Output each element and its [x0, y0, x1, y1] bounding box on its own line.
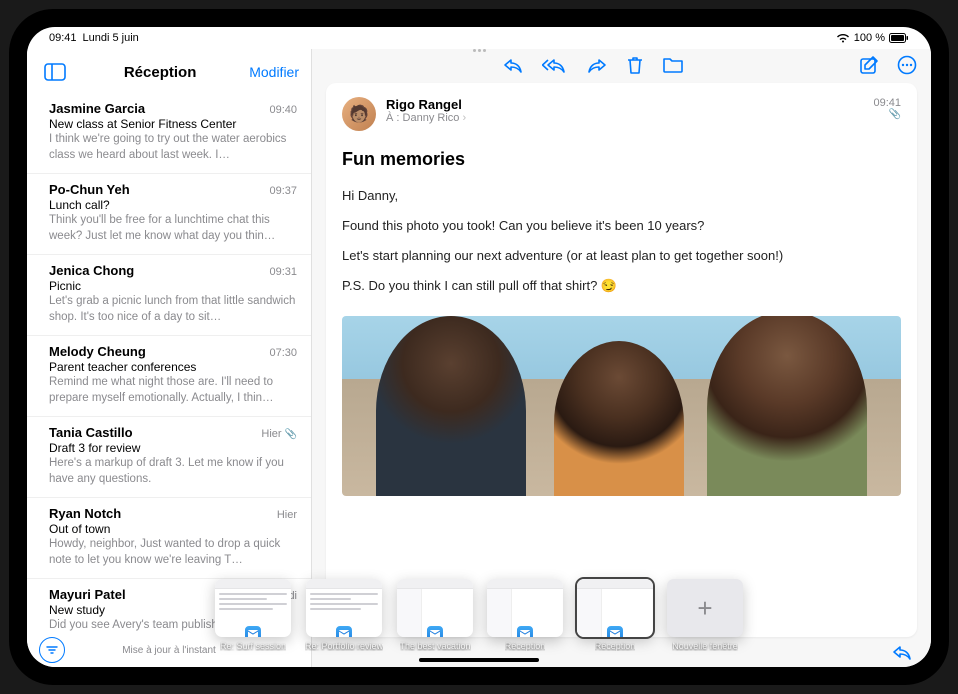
- mail-preview: Think you'll be free for a lunchtime cha…: [49, 213, 297, 244]
- status-bar: 09:41 Lundi 5 juin 100 %: [27, 27, 931, 49]
- trash-button[interactable]: [626, 55, 644, 75]
- mail-subject: Picnic: [49, 279, 297, 293]
- mail-sender: Mayuri Patel: [49, 587, 126, 602]
- battery-percent: 100 %: [854, 32, 885, 44]
- mail-item[interactable]: Ryan Notch Hier Out of town Howdy, neighb…: [27, 498, 311, 579]
- shelf-label: Re: Portfolio review: [305, 641, 383, 651]
- shelf-window[interactable]: Re: Surf session: [215, 579, 291, 651]
- mail-item[interactable]: Jasmine Garcia 09:40 New class at Senior …: [27, 93, 311, 174]
- message-subject: Fun memories: [342, 149, 901, 170]
- mail-preview: Remind me what night those are. I'll nee…: [49, 375, 297, 406]
- shelf-label: Réception: [505, 641, 546, 651]
- mail-list[interactable]: Jasmine Garcia 09:40 New class at Senior …: [27, 93, 311, 631]
- move-button[interactable]: [662, 55, 684, 75]
- sender-name[interactable]: Rigo Rangel: [386, 97, 466, 112]
- mail-subject: Lunch call?: [49, 198, 297, 212]
- sender-avatar[interactable]: 🧑🏽: [342, 97, 376, 131]
- sync-status: Mise à jour à l'instant: [122, 645, 216, 656]
- ipad-frame: 09:41 Lundi 5 juin 100 %: [9, 9, 949, 685]
- mail-preview: Here's a markup of draft 3. Let me know …: [49, 456, 297, 487]
- shelf-window[interactable]: Re: Portfolio review: [305, 579, 383, 651]
- mail-time: 09:37: [269, 185, 297, 197]
- reply-button[interactable]: [502, 55, 524, 75]
- mail-preview: I think we're going to try out the water…: [49, 132, 297, 163]
- mail-item[interactable]: Jenica Chong 09:31 Picnic Let's grab a pi…: [27, 255, 311, 336]
- mail-time: 07:30: [269, 347, 297, 359]
- mail-item[interactable]: Melody Cheung 07:30 Parent teacher confer…: [27, 336, 311, 417]
- quick-reply-button[interactable]: [891, 643, 913, 661]
- multitasking-handle[interactable]: [462, 49, 496, 53]
- mail-app-icon: [606, 625, 624, 637]
- screen: 09:41 Lundi 5 juin 100 %: [27, 27, 931, 667]
- mail-subject: Out of town: [49, 522, 297, 536]
- filter-button[interactable]: [39, 637, 65, 663]
- mail-sender: Jenica Chong: [49, 263, 134, 278]
- mail-item[interactable]: Tania Castillo Hier📎 Draft 3 for review H…: [27, 417, 311, 498]
- chevron-right-icon: ›: [462, 112, 466, 124]
- mail-subject: New class at Senior Fitness Center: [49, 117, 297, 131]
- mailbox-title: Réception: [71, 64, 249, 81]
- shelf-label: Nouvelle fenêtre: [672, 641, 738, 651]
- mail-sender: Tania Castillo: [49, 425, 133, 440]
- shelf-window[interactable]: The best vacation: [397, 579, 473, 651]
- app-shelf: Re: Surf session Re: Portfolio review Th…: [207, 579, 751, 651]
- mail-time: Hier📎: [261, 428, 297, 440]
- attachment-icon: 📎: [285, 429, 297, 440]
- mail-list-pane: Réception Modifier Jasmine Garcia 09:40 N…: [27, 49, 312, 667]
- compose-button[interactable]: [859, 55, 879, 75]
- message-header: 🧑🏽 Rigo Rangel À : Danny Rico › 09:41 📎: [342, 97, 901, 131]
- more-button[interactable]: [897, 55, 917, 75]
- recipient-line[interactable]: À : Danny Rico ›: [386, 112, 466, 124]
- mail-sender: Ryan Notch: [49, 506, 121, 521]
- shelf-label: Réception: [595, 641, 636, 651]
- shelf-window-current[interactable]: Réception: [577, 579, 653, 651]
- edit-button[interactable]: Modifier: [249, 64, 299, 80]
- app-content: Réception Modifier Jasmine Garcia 09:40 N…: [27, 49, 931, 667]
- mail-app-icon: [244, 625, 262, 637]
- mail-preview: Let's grab a picnic lunch from that litt…: [49, 294, 297, 325]
- mail-time: 09:31: [269, 266, 297, 278]
- message-time: 09:41: [873, 97, 901, 109]
- mail-sender: Jasmine Garcia: [49, 101, 145, 116]
- message-body: Hi Danny, Found this photo you took! Can…: [342, 184, 901, 304]
- shelf-new-window[interactable]: + Nouvelle fenêtre: [667, 579, 743, 651]
- mail-list-header: Réception Modifier: [27, 49, 311, 93]
- reply-all-button[interactable]: [542, 55, 568, 75]
- mail-subject: Parent teacher conferences: [49, 360, 297, 374]
- message-card: 🧑🏽 Rigo Rangel À : Danny Rico › 09:41 📎 …: [326, 83, 917, 637]
- home-indicator[interactable]: [419, 658, 539, 662]
- plus-icon: +: [667, 579, 743, 637]
- message-pane: 🧑🏽 Rigo Rangel À : Danny Rico › 09:41 📎 …: [312, 49, 931, 667]
- mail-app-icon: [426, 625, 444, 637]
- mail-app-icon: [335, 625, 353, 637]
- shelf-label: The best vacation: [399, 641, 470, 651]
- mail-time: Hier: [277, 509, 297, 521]
- attachment-icon: 📎: [873, 109, 901, 120]
- wifi-icon: [836, 33, 850, 43]
- message-attachment-photo[interactable]: [342, 316, 901, 496]
- mail-item[interactable]: Po-Chun Yeh 09:37 Lunch call? Think you'l…: [27, 174, 311, 255]
- battery-icon: [889, 33, 909, 43]
- mail-sender: Melody Cheung: [49, 344, 146, 359]
- mail-time: 09:40: [269, 104, 297, 116]
- mail-sender: Po-Chun Yeh: [49, 182, 130, 197]
- shelf-window[interactable]: Réception: [487, 579, 563, 651]
- forward-button[interactable]: [586, 55, 608, 75]
- status-time: 09:41: [49, 32, 77, 44]
- sidebar-toggle-button[interactable]: [39, 57, 71, 87]
- shelf-label: Re: Surf session: [220, 641, 286, 651]
- mail-app-icon: [516, 625, 534, 637]
- status-date: Lundi 5 juin: [83, 32, 139, 44]
- message-toolbar: [312, 49, 931, 83]
- mail-subject: Draft 3 for review: [49, 441, 297, 455]
- mail-preview: Howdy, neighbor, Just wanted to drop a q…: [49, 537, 297, 568]
